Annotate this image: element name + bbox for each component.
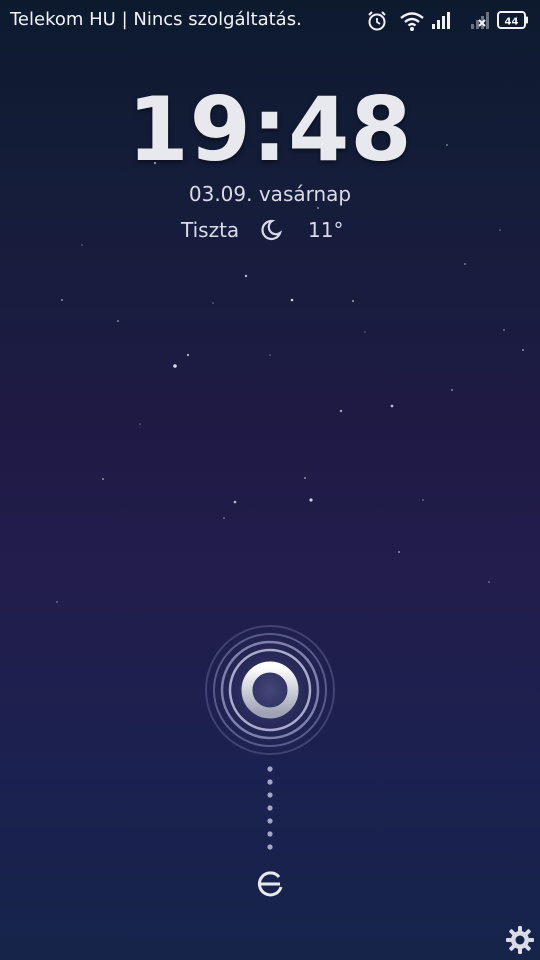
temperature: 11° [308,218,344,242]
unlock-handle[interactable] [200,620,340,760]
unlock-track-dots [267,766,273,850]
signal-no-service-icon [470,10,492,34]
camera-shortcut-icon[interactable] [254,868,286,904]
weather-row: Tiszta 11° [0,216,540,244]
battery-level: 44 [505,17,519,28]
lockscreen-date: 03.09. vasárnap [188,182,352,206]
signal-icon [431,10,453,34]
lockscreen-clock: 19:48 [127,78,413,181]
moon-icon [258,218,283,247]
status-bar: Telekom HU | Nincs szolgáltatás. 44 [0,0,540,40]
gear-icon[interactable] [505,925,535,959]
unlock-ring-icon [202,622,338,758]
alarm-clock-icon [366,10,388,36]
carrier-label: Telekom HU | Nincs szolgáltatás. [10,9,302,30]
weather-condition: Tiszta [181,218,240,242]
wifi-icon [399,10,425,36]
battery-icon: 44 [497,11,529,33]
